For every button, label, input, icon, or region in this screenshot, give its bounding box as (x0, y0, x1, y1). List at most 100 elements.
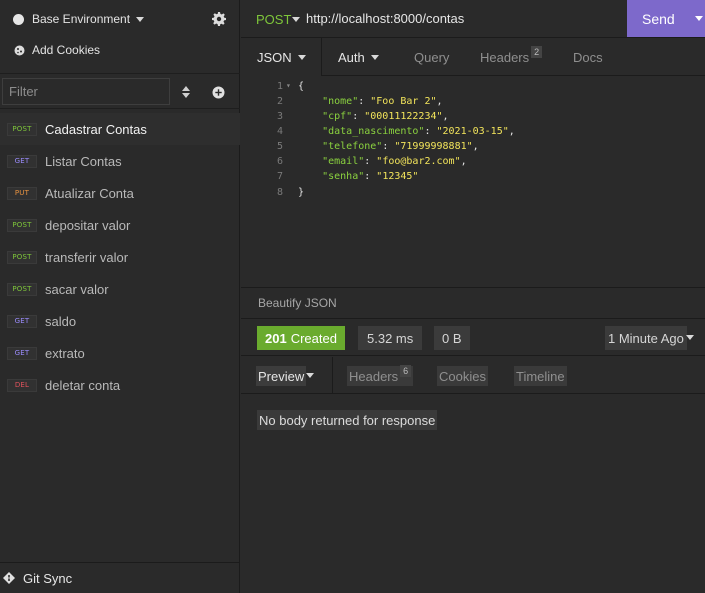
send-options-dropdown[interactable] (691, 0, 705, 37)
response-history-selector[interactable]: 1 Minute Ago (605, 326, 687, 350)
add-cookies-label: Add Cookies (32, 43, 101, 57)
tab-preview-label: Preview (258, 368, 305, 384)
sort-icon[interactable] (181, 85, 191, 99)
json-pair: "telefone": "71999998881", (322, 141, 479, 152)
list-item[interactable]: POST Cadastrar Contas (0, 113, 240, 145)
tab-response-cookies-label: Cookies (439, 368, 486, 384)
tab-response-headers[interactable]: Headers 6 (347, 365, 414, 386)
code-line: 5 "telefone": "71999998881", (241, 141, 705, 156)
git-sync-button[interactable]: Git Sync (0, 562, 240, 593)
code-line: 4 "data_nascimento": "2021-03-15", (241, 126, 705, 141)
json-pair: "senha": "12345" (322, 171, 419, 182)
add-cookies-button[interactable]: Add Cookies (0, 38, 240, 62)
status-badge: 201 Created (257, 326, 345, 350)
method-badge: POST (7, 218, 37, 232)
add-circle-icon[interactable] (212, 86, 225, 99)
list-item[interactable]: GET extrato (0, 337, 240, 369)
method-badge: GET (7, 154, 37, 168)
request-tabs: JSON Auth Query Headers 2 Docs (241, 38, 705, 76)
list-item[interactable]: POST depositar valor (0, 209, 240, 241)
list-item[interactable]: DEL deletar conta (0, 369, 240, 401)
json-pair: "data_nascimento": "2021-03-15", (322, 126, 515, 137)
chevron-down-icon[interactable] (292, 17, 300, 22)
json-comma: , (436, 96, 443, 107)
request-label: Cadastrar Contas (45, 121, 147, 137)
count-badge: 2 (531, 46, 543, 58)
list-item[interactable]: GET saldo (0, 305, 240, 337)
request-label: Atualizar Conta (45, 185, 134, 201)
sidebar: Base Environment Add Cookies POST Cadast (0, 0, 240, 593)
json-key: "nome" (322, 96, 359, 107)
request-label: deletar conta (45, 377, 121, 393)
request-label: transferir valor (45, 249, 129, 265)
git-icon (3, 572, 15, 584)
method-badge: POST (7, 282, 37, 296)
cookie-icon (14, 45, 25, 55)
json-comma: , (508, 126, 515, 137)
send-label: Send (642, 10, 675, 27)
method-badge: DEL (7, 378, 37, 392)
code-line: 3 "cpf": "00011122234", (241, 111, 705, 126)
open-brace: { (298, 81, 305, 92)
url-bar: POST http://localhost:8000/contas Send (241, 0, 705, 38)
beautify-json-label: Beautify JSON (258, 296, 337, 310)
response-time: 5.32 ms (358, 326, 423, 350)
tab-response-cookies[interactable]: Cookies (437, 366, 488, 386)
environment-selector[interactable]: Base Environment (0, 0, 240, 38)
code-line: 7 "senha": "12345" (241, 171, 705, 186)
list-item[interactable]: POST sacar valor (0, 273, 240, 305)
response-status-bar: 201 Created 5.32 ms 0 B 1 Minute Ago (241, 319, 705, 356)
json-editor[interactable]: 1 ▾ { 2 "nome": "Foo Bar 2", 3 "cpf": "0… (241, 77, 705, 287)
code-line: 2 "nome": "Foo Bar 2", (241, 96, 705, 111)
json-value: "Foo Bar 2" (370, 96, 437, 107)
tab-headers[interactable]: Headers 2 (480, 38, 543, 76)
line-number: 8 (276, 187, 283, 198)
json-comma: , (442, 111, 449, 122)
json-value: "2021-03-15" (436, 126, 509, 137)
empty-response-message: No body returned for response (257, 410, 438, 430)
http-method-selector[interactable]: POST (256, 12, 291, 27)
tab-preview[interactable]: Preview (256, 366, 307, 386)
list-item[interactable]: POST transferir valor (0, 241, 240, 273)
chevron-down-icon[interactable] (686, 335, 694, 340)
tab-docs[interactable]: Docs (573, 38, 603, 76)
close-brace: } (298, 187, 305, 198)
tab-query[interactable]: Query (414, 38, 449, 76)
request-label: extrato (45, 345, 85, 361)
request-label: saldo (45, 313, 77, 329)
json-value: "71999998881" (394, 141, 473, 152)
response-tabs: Preview Headers 6 Cookies Timeline (241, 357, 705, 394)
method-badge: PUT (7, 186, 37, 200)
url-input[interactable]: http://localhost:8000/contas (306, 11, 464, 26)
line-number: 2 (276, 96, 283, 107)
line-number: 1 (276, 81, 283, 92)
code-line: 6 "email": "foo@bar2.com", (241, 156, 705, 171)
filter-input[interactable] (2, 78, 170, 105)
gear-icon[interactable] (212, 12, 226, 26)
beautify-json-button[interactable]: Beautify JSON (241, 287, 705, 319)
json-value: "foo@bar2.com" (376, 156, 461, 167)
list-item[interactable]: PUT Atualizar Conta (0, 177, 240, 209)
tab-json-label: JSON (257, 49, 292, 65)
tab-docs-label: Docs (573, 49, 603, 65)
environment-label: Base Environment (32, 12, 131, 26)
json-comma: , (472, 141, 479, 152)
tab-response-headers-label: Headers (349, 368, 399, 384)
chevron-down-icon[interactable] (306, 373, 314, 378)
code-line: 8 } (241, 187, 705, 202)
list-item[interactable]: GET Listar Contas (0, 145, 240, 177)
method-badge: GET (7, 314, 37, 328)
json-pair: "email": "foo@bar2.com", (322, 156, 467, 167)
tab-timeline[interactable]: Timeline (514, 366, 567, 386)
tab-json[interactable]: JSON (241, 38, 322, 76)
json-key: "senha" (322, 171, 365, 182)
json-value: "12345" (376, 171, 419, 182)
request-label: sacar valor (45, 281, 109, 297)
line-number: 6 (276, 156, 283, 167)
fold-arrow-icon[interactable]: ▾ (286, 81, 291, 90)
json-key: "data_nascimento" (322, 126, 425, 137)
send-button[interactable]: Send (627, 0, 705, 37)
filter-bar (0, 73, 240, 109)
method-badge: GET (7, 346, 37, 360)
tab-auth[interactable]: Auth (338, 38, 379, 76)
